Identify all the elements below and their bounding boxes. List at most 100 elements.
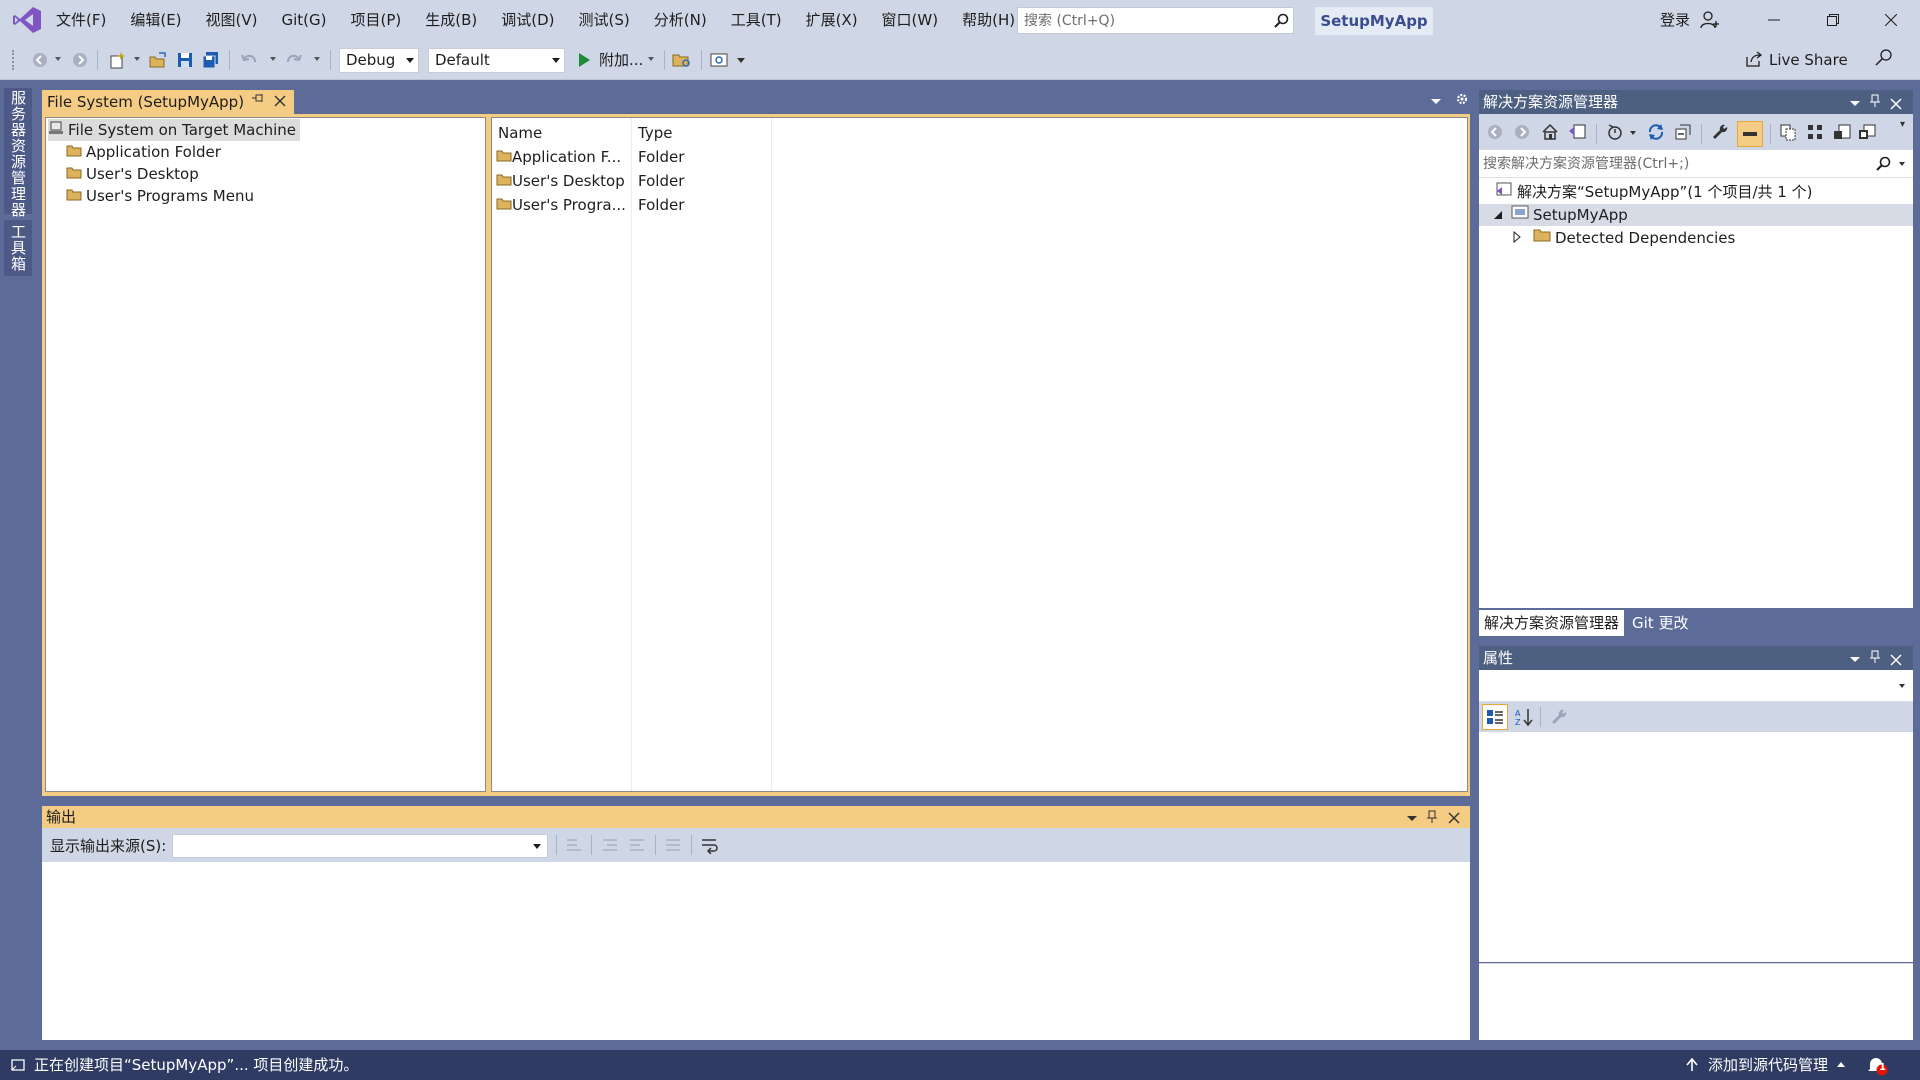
user-add-icon[interactable] bbox=[1700, 10, 1720, 34]
toolbox-tab[interactable]: 工具箱 bbox=[8, 224, 29, 272]
solution-node[interactable]: 解决方案“SetupMyApp”(1 个项目/共 1 个) bbox=[1495, 181, 1812, 203]
menu-file[interactable]: 文件(F) bbox=[44, 0, 118, 40]
pin-tab-icon[interactable] bbox=[252, 92, 264, 108]
panel-dropdown-icon[interactable] bbox=[1849, 96, 1861, 114]
toggle-word-wrap-icon[interactable] bbox=[700, 836, 720, 858]
tree-node-application-folder[interactable]: Application Folder bbox=[66, 141, 221, 163]
navigate-forward-icon[interactable] bbox=[70, 50, 90, 70]
collapsed-arrow-icon[interactable] bbox=[1513, 227, 1525, 249]
tree-node-users-desktop[interactable]: User's Desktop bbox=[66, 163, 199, 185]
screenshot-tool-icon[interactable] bbox=[709, 50, 729, 70]
chevron-up-icon[interactable] bbox=[1837, 1062, 1845, 1067]
column-divider[interactable] bbox=[631, 118, 632, 791]
live-share-button[interactable]: Live Share bbox=[1769, 40, 1848, 80]
categorized-button[interactable] bbox=[1482, 704, 1508, 730]
attach-dropdown-icon[interactable] bbox=[648, 57, 654, 61]
attach-button[interactable]: 附加... bbox=[599, 40, 643, 80]
properties-wrench-icon[interactable] bbox=[1711, 123, 1729, 145]
browse-folder-icon[interactable] bbox=[672, 50, 692, 70]
minimize-button[interactable] bbox=[1749, 0, 1799, 40]
search-input[interactable] bbox=[1018, 8, 1269, 33]
solution-explorer-header[interactable]: 解决方案资源管理器 bbox=[1479, 90, 1913, 114]
filter-dropdown-icon[interactable] bbox=[1630, 131, 1636, 135]
sync-icon[interactable] bbox=[1647, 123, 1665, 145]
search-icon[interactable] bbox=[1875, 156, 1891, 176]
solution-configuration-select[interactable]: Debug bbox=[339, 48, 419, 73]
toolbar-overflow-icon[interactable]: ▾ bbox=[1900, 120, 1905, 130]
tree-node-users-programs-menu[interactable]: User's Programs Menu bbox=[66, 185, 254, 207]
open-file-icon[interactable] bbox=[148, 50, 168, 70]
preview-selected-items-button[interactable] bbox=[1737, 121, 1763, 147]
menu-build[interactable]: 生成(B) bbox=[413, 0, 489, 40]
output-dropdown-icon[interactable] bbox=[1406, 811, 1418, 829]
output-panel-header[interactable]: 输出 bbox=[42, 806, 1470, 828]
toolbar-options-icon[interactable] bbox=[737, 58, 745, 63]
column-header-type[interactable]: Type bbox=[638, 122, 672, 144]
class-view-icon[interactable] bbox=[1806, 123, 1824, 145]
property-grid[interactable] bbox=[1479, 732, 1913, 962]
pin-panel-icon[interactable] bbox=[1869, 94, 1881, 112]
list-row[interactable]: User's Progra... bbox=[496, 194, 626, 216]
property-pages-wrench-icon[interactable] bbox=[1550, 708, 1568, 730]
menu-help[interactable]: 帮助(H) bbox=[950, 0, 1027, 40]
output-source-select[interactable] bbox=[172, 834, 548, 858]
menu-project[interactable]: 项目(P) bbox=[339, 0, 414, 40]
menu-debug[interactable]: 调试(D) bbox=[489, 0, 566, 40]
expanded-arrow-icon[interactable] bbox=[1493, 204, 1505, 226]
menu-analyze[interactable]: 分析(N) bbox=[642, 0, 719, 40]
restore-button[interactable] bbox=[1808, 0, 1858, 40]
feedback-icon[interactable] bbox=[1874, 48, 1894, 72]
properties-object-select[interactable] bbox=[1479, 670, 1913, 702]
detected-dependencies-node[interactable]: Detected Dependencies bbox=[1513, 227, 1735, 249]
view-code-icon[interactable] bbox=[1833, 123, 1851, 145]
back-icon[interactable] bbox=[1487, 124, 1503, 144]
add-to-source-control-button[interactable]: 添加到源代码管理 bbox=[1708, 1050, 1828, 1080]
close-window-button[interactable] bbox=[1866, 0, 1916, 40]
undo-icon[interactable] bbox=[239, 50, 259, 70]
pin-panel-icon[interactable] bbox=[1426, 810, 1438, 828]
close-tab-icon[interactable] bbox=[274, 90, 286, 114]
close-panel-icon[interactable] bbox=[1890, 652, 1902, 670]
menu-extensions[interactable]: 扩展(X) bbox=[794, 0, 870, 40]
output-text-area[interactable] bbox=[42, 862, 1470, 1040]
tab-git-changes[interactable]: Git 更改 bbox=[1627, 610, 1693, 636]
solution-platform-select[interactable]: Default bbox=[428, 48, 565, 73]
previous-message-icon[interactable] bbox=[601, 837, 619, 857]
next-message-icon[interactable] bbox=[628, 837, 646, 857]
alphabetical-sort-icon[interactable]: AZ bbox=[1514, 707, 1534, 731]
menu-view[interactable]: 视图(V) bbox=[194, 0, 270, 40]
project-node[interactable]: SetupMyApp bbox=[1479, 204, 1913, 226]
column-divider[interactable] bbox=[771, 118, 772, 791]
toolbar-grip[interactable] bbox=[12, 50, 16, 70]
menu-edit[interactable]: 编辑(E) bbox=[118, 0, 193, 40]
list-row[interactable]: Application F... bbox=[496, 146, 621, 168]
menu-tools[interactable]: 工具(T) bbox=[719, 0, 794, 40]
share-icon[interactable] bbox=[1745, 50, 1763, 72]
output-status-icon[interactable] bbox=[10, 1058, 26, 1076]
find-message-in-code-icon[interactable] bbox=[565, 837, 583, 857]
panel-dropdown-icon[interactable] bbox=[1849, 652, 1861, 670]
show-all-files-icon[interactable] bbox=[1779, 123, 1797, 145]
save-all-icon[interactable] bbox=[201, 50, 221, 70]
search-options-dropdown-icon[interactable] bbox=[1899, 162, 1905, 166]
home-icon[interactable] bbox=[1541, 123, 1559, 145]
menu-test[interactable]: 测试(S) bbox=[567, 0, 642, 40]
new-project-icon[interactable] bbox=[107, 50, 127, 70]
tab-solution-explorer[interactable]: 解决方案资源管理器 bbox=[1479, 610, 1625, 636]
switch-views-icon[interactable] bbox=[1568, 123, 1586, 145]
properties-panel-header[interactable]: 属性 bbox=[1479, 646, 1913, 670]
pin-panel-icon[interactable] bbox=[1869, 650, 1881, 668]
pending-changes-filter-icon[interactable] bbox=[1606, 123, 1624, 145]
close-panel-icon[interactable] bbox=[1448, 810, 1460, 828]
redo-dropdown-icon[interactable] bbox=[314, 57, 320, 61]
clear-all-icon[interactable] bbox=[664, 837, 682, 857]
tree-root-node[interactable]: File System on Target Machine bbox=[48, 119, 300, 141]
forward-icon[interactable] bbox=[1514, 124, 1530, 144]
document-list-dropdown-icon[interactable] bbox=[1430, 93, 1442, 111]
search-icon[interactable] bbox=[1269, 13, 1293, 29]
menu-window[interactable]: 窗口(W) bbox=[870, 0, 951, 40]
back-dropdown-icon[interactable] bbox=[55, 57, 61, 61]
collapse-all-icon[interactable] bbox=[1674, 123, 1692, 145]
undo-dropdown-icon[interactable] bbox=[270, 57, 276, 61]
save-icon[interactable] bbox=[175, 50, 195, 70]
